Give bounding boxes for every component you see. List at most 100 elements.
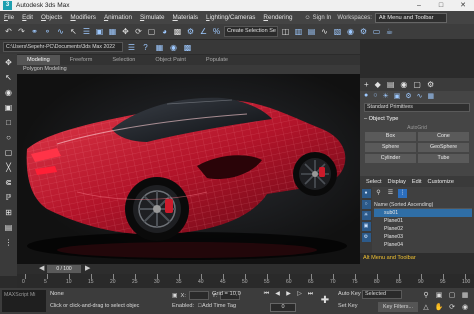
unlink-icon[interactable]: ⚬ bbox=[42, 26, 53, 37]
render-setup-icon[interactable]: ⚙ bbox=[358, 26, 369, 37]
modify-tab-icon[interactable]: ◆ bbox=[375, 80, 381, 89]
undo-icon[interactable]: ↶ bbox=[3, 26, 14, 37]
pan-icon[interactable]: ✋ bbox=[433, 302, 445, 313]
tab-object-paint[interactable]: Object Paint bbox=[145, 55, 195, 65]
viewport-perspective[interactable] bbox=[17, 74, 360, 264]
set-key-icon[interactable]: ✚ bbox=[318, 291, 332, 311]
axis-y-icon[interactable]: ⋐ bbox=[3, 177, 15, 189]
utilities-tab-icon[interactable]: ⚙ bbox=[427, 80, 434, 89]
place-icon[interactable]: ◕ bbox=[159, 26, 170, 37]
select-object-icon[interactable]: ↖ bbox=[68, 26, 79, 37]
key-filters-button[interactable]: Key Filters... bbox=[378, 302, 418, 312]
zoom-extents-all-icon[interactable]: ▢ bbox=[446, 290, 458, 301]
create-tab-icon[interactable]: + bbox=[364, 80, 369, 89]
tube-button[interactable]: Tube bbox=[418, 154, 469, 163]
maxscript-listener[interactable]: MAXScript Mi bbox=[2, 290, 46, 312]
rotate-icon[interactable]: ⟳ bbox=[133, 26, 144, 37]
set-key-button[interactable]: Set Key bbox=[338, 303, 358, 309]
schematic-icon[interactable]: ▧ bbox=[332, 26, 343, 37]
lights-icon[interactable]: ☀ bbox=[382, 92, 388, 101]
next-frame-icon[interactable]: ▶ bbox=[85, 264, 90, 274]
rect-selection-icon[interactable]: ▣ bbox=[94, 26, 105, 37]
select-icon[interactable]: ↖ bbox=[3, 72, 15, 84]
curve-editor-icon[interactable]: ∿ bbox=[319, 26, 330, 37]
selection-set-select[interactable]: Create Selection Se bbox=[224, 26, 278, 37]
helpers-icon[interactable]: ⚙ bbox=[405, 92, 411, 101]
more-tools-icon[interactable]: ⋮ bbox=[3, 237, 15, 249]
current-frame-field[interactable]: 0 bbox=[270, 303, 296, 312]
align-icon[interactable]: ▥ bbox=[293, 26, 304, 37]
spacewarps-icon[interactable]: ∿ bbox=[417, 92, 423, 101]
zoom-icon[interactable]: ⚲ bbox=[420, 290, 432, 301]
sign-in-button[interactable]: ☺ Sign In bbox=[305, 15, 332, 21]
time-slider-thumb[interactable]: 0 / 100 bbox=[47, 265, 81, 273]
zoom-extents-icon[interactable]: ▢ bbox=[3, 147, 15, 159]
select-by-name-icon[interactable]: ☰ bbox=[81, 26, 92, 37]
render-icon[interactable]: ☕ bbox=[384, 26, 395, 37]
link-icon[interactable]: ⚭ bbox=[29, 26, 40, 37]
help-icon[interactable]: ? bbox=[140, 42, 151, 53]
menu-rendering[interactable]: Rendering bbox=[259, 14, 296, 21]
redo-icon[interactable]: ↷ bbox=[16, 26, 27, 37]
axis-x-icon[interactable]: ╳ bbox=[3, 162, 15, 174]
zoom-all-icon[interactable]: ▣ bbox=[433, 290, 445, 301]
cameras-icon[interactable]: ▣ bbox=[394, 92, 401, 101]
geometry-icon[interactable]: ● bbox=[364, 92, 368, 101]
walkthrough-icon[interactable]: ◉ bbox=[459, 302, 471, 313]
menu-simulate[interactable]: Simulate bbox=[136, 14, 169, 21]
search-icon[interactable]: ⚲ bbox=[374, 189, 383, 198]
object-type-rollout[interactable]: – Object Type bbox=[364, 115, 470, 124]
pivot-icon[interactable]: ▩ bbox=[172, 26, 183, 37]
motion-tab-icon[interactable]: ◉ bbox=[400, 80, 407, 89]
go-to-end-icon[interactable]: ⏭ bbox=[306, 290, 315, 299]
name-column-header[interactable]: Name (Sorted Ascending) bbox=[374, 201, 472, 209]
geosphere-button[interactable]: GeoSphere bbox=[418, 143, 469, 152]
axis-z-icon[interactable]: ℙ bbox=[3, 192, 15, 204]
tab-modeling[interactable]: Modeling bbox=[17, 55, 60, 65]
bind-spacewarp-icon[interactable]: ∿ bbox=[55, 26, 66, 37]
tab-freeform[interactable]: Freeform bbox=[60, 55, 103, 65]
layer-icon[interactable]: ▤ bbox=[306, 26, 317, 37]
box-button[interactable]: Box bbox=[365, 132, 416, 141]
sphere-button[interactable]: Sphere bbox=[365, 143, 416, 152]
cone-button[interactable]: Cone bbox=[418, 132, 469, 141]
tab-selection[interactable]: Selection bbox=[102, 55, 145, 65]
scene-states-icon[interactable]: ▩ bbox=[182, 42, 193, 53]
menu-display[interactable]: Display bbox=[388, 179, 406, 185]
move-icon[interactable]: ✥ bbox=[120, 26, 131, 37]
constraint-icon[interactable]: ▤ bbox=[3, 222, 15, 234]
maximize-icon[interactable]: □ bbox=[430, 0, 452, 11]
lock-icon[interactable]: ▣ bbox=[3, 102, 15, 114]
add-time-tag-button[interactable]: Add Time Tag bbox=[202, 303, 236, 309]
minimize-icon[interactable]: – bbox=[408, 0, 430, 11]
material-editor-icon[interactable]: ◉ bbox=[345, 26, 356, 37]
orbit-icon[interactable]: ⟳ bbox=[446, 302, 458, 313]
list-item[interactable]: Plane02 bbox=[374, 225, 472, 233]
menu-objects[interactable]: Objects bbox=[37, 14, 66, 21]
maximize-viewport-icon[interactable]: ▦ bbox=[459, 290, 471, 301]
primitive-category-select[interactable]: Standard Primitives bbox=[364, 103, 470, 112]
next-frame-button-icon[interactable]: ▷ bbox=[295, 290, 304, 299]
alt-menu-toolbar-label[interactable]: Alt Menu and Toolbar bbox=[360, 253, 474, 264]
pin-icon[interactable]: ◉ bbox=[3, 87, 15, 99]
menu-modifiers[interactable]: Modifiers bbox=[66, 14, 100, 21]
scale-icon[interactable]: ▢ bbox=[146, 26, 157, 37]
close-icon[interactable]: ✕ bbox=[452, 0, 474, 11]
list-item[interactable]: Plane03 bbox=[374, 233, 472, 241]
auto-key-button[interactable]: Auto Key bbox=[338, 291, 361, 297]
project-path-field[interactable]: C:\Users\Sepehr-PC\Documents\3ds Max 202… bbox=[3, 42, 123, 52]
workspace-select[interactable]: Alt Menu and Toolbar bbox=[374, 12, 447, 23]
menu-edit[interactable]: Edit bbox=[18, 14, 37, 21]
percent-snap-icon[interactable]: % bbox=[211, 26, 222, 37]
cylinder-button[interactable]: Cylinder bbox=[365, 154, 416, 163]
mirror-icon[interactable]: ◫ bbox=[280, 26, 291, 37]
list-item[interactable]: Plane01 bbox=[374, 217, 472, 225]
move-icon[interactable]: ✥ bbox=[3, 57, 15, 69]
prev-frame-icon[interactable]: ◀ bbox=[39, 264, 44, 274]
list-item[interactable]: sub01 bbox=[374, 209, 472, 217]
menu-file[interactable]: File bbox=[0, 14, 18, 21]
polygon-modeling-label[interactable]: Polygon Modeling bbox=[17, 66, 67, 72]
menu-lighting-cameras[interactable]: Lighting/Cameras bbox=[202, 14, 259, 21]
filter-helpers-icon[interactable]: ⚙ bbox=[361, 233, 371, 242]
list-item[interactable]: Plane04 bbox=[374, 241, 472, 249]
